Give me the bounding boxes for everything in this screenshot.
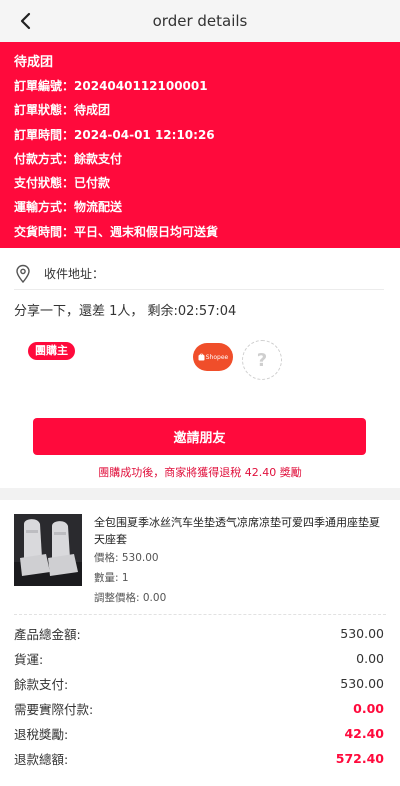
order-status-panel: 待成团 訂單編號：2024040112100001 訂單狀態：待成团 訂單時間：… xyxy=(0,42,400,248)
summary-row-actual-payment: 需要實際付款: 0.00 xyxy=(14,696,384,721)
payment-method-row: 付款方式：餘款支付 xyxy=(14,147,386,171)
shopee-bag-icon xyxy=(198,353,205,361)
delivery-time-label: 交貨時間： xyxy=(14,224,75,239)
order-summary: 產品總金額: 530.00 貨運: 0.00 餘款支付: 530.00 需要實際… xyxy=(14,621,384,771)
summary-value: 42.40 xyxy=(344,726,384,741)
status-title: 待成团 xyxy=(14,55,54,70)
summary-value: 530.00 xyxy=(340,626,384,641)
summary-row-shipping: 貨運: 0.00 xyxy=(14,646,384,671)
product-quantity: 數量: 1 xyxy=(94,572,129,584)
top-nav-bar: order details xyxy=(0,0,400,42)
group-buy-card: 收件地址： 分享一下，還差 1人， 剩余:02:57:04 團購主 Shopee… xyxy=(0,248,400,488)
summary-row-balance-payment: 餘款支付: 530.00 xyxy=(14,671,384,696)
payment-status-value: 已付款 xyxy=(74,176,111,191)
summary-value: 572.40 xyxy=(335,751,384,766)
summary-label: 貨運: xyxy=(14,652,44,667)
empty-slot-question-mark: ? xyxy=(256,349,268,371)
delivery-time-row: 交貨時間：平日、週末和假日均可送貨 xyxy=(14,220,386,244)
divider xyxy=(14,614,386,615)
shipping-method-label: 運輸方式： xyxy=(14,200,75,215)
back-button[interactable] xyxy=(12,8,38,34)
summary-value: 0.00 xyxy=(356,651,384,666)
location-pin-icon xyxy=(16,264,30,283)
order-status-row: 訂單狀態：待成团 xyxy=(14,98,386,122)
product-name: 全包围夏季冰丝汽车坐垫透气凉席凉垫可爱四季通用座垫夏天座套 xyxy=(94,516,380,546)
shopee-logo-text: Shopee xyxy=(205,353,229,361)
car-seat-cover-image xyxy=(14,514,82,586)
summary-label: 需要實際付款: xyxy=(14,702,94,717)
shipping-address-label: 收件地址： xyxy=(44,267,105,281)
order-number-label: 訂單編號： xyxy=(14,79,75,93)
payment-status-label: 支付狀態： xyxy=(14,176,75,191)
group-leader-badge: 團購主 xyxy=(28,342,75,360)
payment-method-value: 餘款支付 xyxy=(74,151,123,166)
payment-status-row: 支付狀態：已付款 xyxy=(14,171,386,195)
shipping-address-row[interactable]: 收件地址： xyxy=(14,258,384,290)
order-time-value: 2024-04-01 12:10:26 xyxy=(74,127,215,142)
summary-value: 0.00 xyxy=(353,701,384,716)
payment-method-label: 付款方式： xyxy=(14,151,75,166)
summary-label: 產品總金額: xyxy=(14,627,81,642)
rebate-reward-note: 團購成功後，商家將獲得退稅 42.40 獎勵 xyxy=(98,466,302,479)
summary-label: 餘款支付: xyxy=(14,677,69,692)
order-number-row: 訂單編號：2024040112100001 xyxy=(14,74,386,98)
summary-label: 退稅獎勵: xyxy=(14,727,69,742)
chevron-left-icon xyxy=(20,12,31,30)
summary-value: 530.00 xyxy=(340,676,384,691)
order-time-row: 訂單時間：2024-04-01 12:10:26 xyxy=(14,123,386,147)
product-price: 價格: 530.00 xyxy=(94,552,159,564)
invite-friends-button[interactable]: 邀請朋友 xyxy=(33,418,366,455)
page-title: order details xyxy=(152,12,248,30)
product-info: 全包围夏季冰丝汽车坐垫透气凉席凉垫可爱四季通用座垫夏天座套 價格: 530.00… xyxy=(94,514,384,608)
product-adjusted-price: 調整價格: 0.00 xyxy=(94,592,167,604)
order-status-label: 訂單狀態： xyxy=(14,103,75,118)
product-item[interactable]: 全包围夏季冰丝汽车坐垫透气凉席凉垫可爱四季通用座垫夏天座套 價格: 530.00… xyxy=(14,514,386,614)
shipping-method-row: 運輸方式：物流配送 xyxy=(14,195,386,219)
summary-label: 退款總額: xyxy=(14,752,69,767)
member-avatar-shopee: Shopee xyxy=(193,343,233,371)
order-number-value: 2024040112100001 xyxy=(74,79,208,93)
product-summary-card: 全包围夏季冰丝汽车坐垫透气凉席凉垫可爱四季通用座垫夏天座套 價格: 530.00… xyxy=(0,500,400,786)
empty-member-slot: ? xyxy=(242,340,282,380)
summary-row-product-total: 產品總金額: 530.00 xyxy=(14,621,384,646)
summary-row-refund-total: 退款總額: 572.40 xyxy=(14,746,384,771)
summary-row-rebate-reward: 退稅獎勵: 42.40 xyxy=(14,721,384,746)
order-status-value: 待成团 xyxy=(74,103,111,118)
delivery-time-value: 平日、週末和假日均可送貨 xyxy=(74,224,219,239)
order-time-label: 訂單時間： xyxy=(14,127,75,142)
share-countdown-text: 分享一下，還差 1人， 剩余:02:57:04 xyxy=(14,304,237,319)
product-thumbnail xyxy=(14,514,82,586)
shipping-method-value: 物流配送 xyxy=(74,200,123,215)
